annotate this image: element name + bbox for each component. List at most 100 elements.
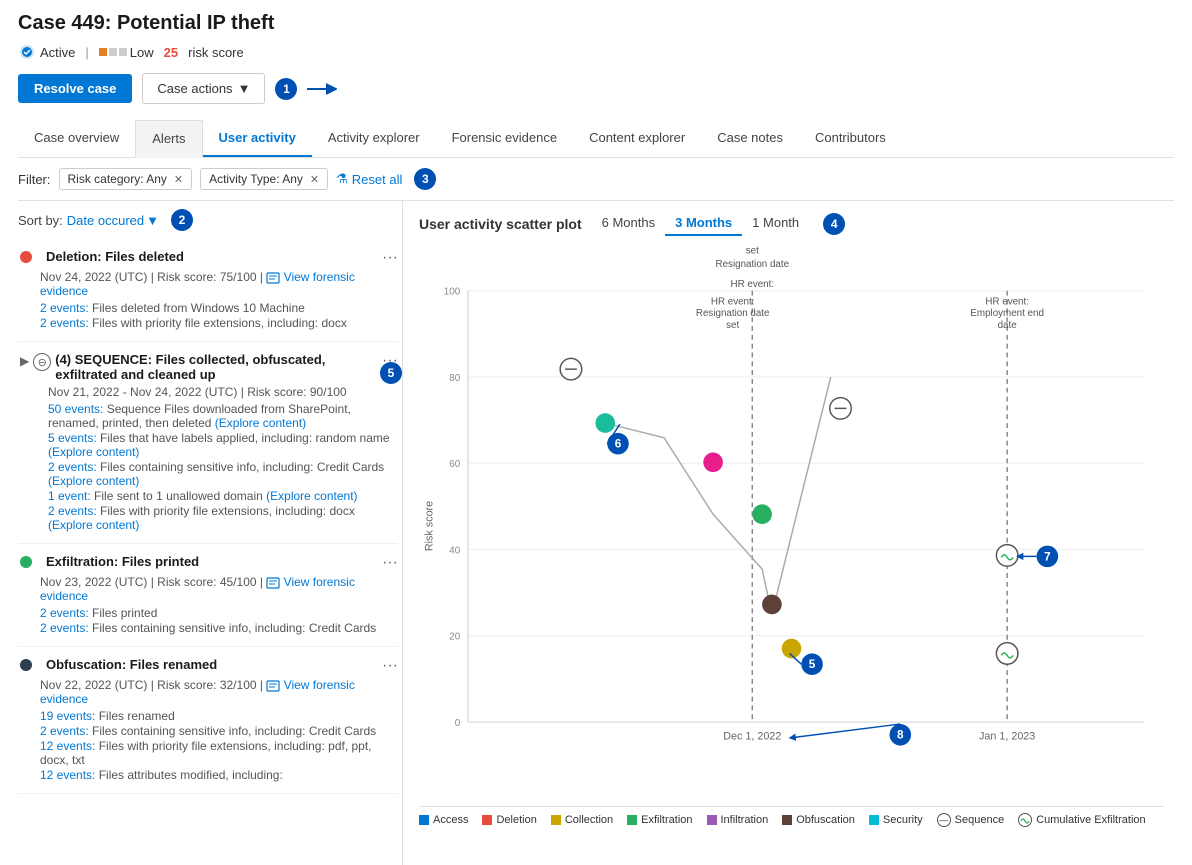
cumulative-exf-icon-1 bbox=[996, 545, 1018, 567]
right-panel: User activity scatter plot 6 Months 3 Mo… bbox=[403, 201, 1174, 865]
activity-meta-deletion: Nov 24, 2022 (UTC) | Risk score: 75/100 … bbox=[40, 270, 398, 298]
y-axis-label: Risk score bbox=[424, 501, 436, 551]
expand-icon-sequence[interactable]: ▶ bbox=[20, 354, 29, 368]
activity-more-deletion[interactable]: ··· bbox=[382, 249, 398, 267]
exf-evt-1[interactable]: 2 events: bbox=[40, 606, 89, 620]
svg-text:5: 5 bbox=[809, 658, 816, 671]
legend-collection: Collection bbox=[551, 814, 613, 826]
obf-evt-4[interactable]: 12 events: bbox=[40, 768, 95, 782]
svg-text:80: 80 bbox=[449, 373, 460, 384]
svg-text:6: 6 bbox=[615, 438, 622, 451]
legend-obfuscation-icon bbox=[782, 815, 792, 825]
case-actions-button[interactable]: Case actions ▼ bbox=[142, 73, 265, 104]
activity-title-deletion: Deletion: Files deleted bbox=[46, 249, 184, 264]
arrow-annotation-1 bbox=[307, 79, 337, 99]
activity-title-sequence: (4) SEQUENCE: Files collected, obfuscate… bbox=[55, 352, 382, 382]
explore-content-link-1[interactable]: (Explore content) bbox=[215, 416, 306, 430]
annotation-badge-1: 1 bbox=[275, 78, 297, 100]
activity-header-sequence: ▶ ⊖ (4) SEQUENCE: Files collected, obfus… bbox=[20, 352, 398, 382]
svg-text:set: set bbox=[746, 246, 759, 256]
activity-item-exfiltration: Exfiltration: Files printed ··· Nov 23, … bbox=[18, 544, 398, 647]
resolve-case-button[interactable]: Resolve case bbox=[18, 74, 132, 103]
activity-meta-obfuscation: Nov 22, 2022 (UTC) | Risk score: 32/100 … bbox=[40, 678, 398, 706]
tab-contributors[interactable]: Contributors bbox=[799, 120, 902, 157]
tab-alerts[interactable]: Alerts bbox=[135, 120, 202, 158]
tab-activity-explorer[interactable]: Activity explorer bbox=[312, 120, 436, 157]
sort-value-button[interactable]: Date occured ▼ bbox=[67, 213, 159, 228]
annotation-badge-5: 5 bbox=[380, 362, 402, 384]
explore-content-link-2[interactable]: (Explore content) bbox=[48, 445, 139, 459]
filter-chip-risk-category[interactable]: Risk category: Any ✕ bbox=[59, 168, 193, 190]
legend-exfiltration: Exfiltration bbox=[627, 814, 692, 826]
obf-evt-1[interactable]: 19 events: bbox=[40, 709, 95, 723]
seq-evt-5[interactable]: 2 events: bbox=[48, 504, 97, 518]
filter-icon: ⚗ bbox=[336, 171, 348, 187]
tab-content-explorer[interactable]: Content explorer bbox=[573, 120, 701, 157]
filter-chip-risk-label: Risk category: Any bbox=[68, 172, 167, 186]
forensic-icon-exf bbox=[266, 577, 280, 589]
svg-text:Resignation date: Resignation date bbox=[716, 259, 790, 270]
time-opt-1month[interactable]: 1 Month bbox=[742, 211, 809, 236]
time-opt-3months[interactable]: 3 Months bbox=[665, 211, 742, 236]
activity-meta-exfiltration: Nov 23, 2022 (UTC) | Risk score: 45/100 … bbox=[40, 575, 398, 603]
legend-sequence-label: Sequence bbox=[955, 814, 1005, 826]
seq-evt-2[interactable]: 5 events: bbox=[48, 431, 97, 445]
activity-more-exfiltration[interactable]: ··· bbox=[382, 554, 398, 572]
svg-text:Dec 1, 2022: Dec 1, 2022 bbox=[723, 731, 781, 743]
explore-content-link-4[interactable]: (Explore content) bbox=[266, 489, 357, 503]
filter-chip-activity-close[interactable]: ✕ bbox=[310, 173, 319, 186]
legend-cumulative-icon bbox=[1018, 813, 1032, 827]
svg-text:0: 0 bbox=[455, 718, 461, 729]
legend-obfuscation: Obfuscation bbox=[782, 814, 855, 826]
filter-chip-activity-type[interactable]: Activity Type: Any ✕ bbox=[200, 168, 328, 190]
seq-evt-1[interactable]: 50 events: bbox=[48, 402, 103, 416]
time-opt-6months[interactable]: 6 Months bbox=[592, 211, 665, 236]
legend-security-icon bbox=[869, 815, 879, 825]
activity-list: Deletion: Files deleted ··· Nov 24, 2022… bbox=[18, 239, 402, 794]
explore-content-link-3[interactable]: (Explore content) bbox=[48, 474, 139, 488]
legend-bar: Access Deletion Collection Exfiltration … bbox=[419, 806, 1164, 831]
legend-sequence-icon: — bbox=[937, 813, 951, 827]
tab-forensic-evidence[interactable]: Forensic evidence bbox=[436, 120, 574, 157]
seq-evt-3[interactable]: 2 events: bbox=[48, 460, 97, 474]
scatter-dot-2 bbox=[703, 452, 723, 472]
event-count-1[interactable]: 2 events: bbox=[40, 301, 89, 315]
legend-infiltration-icon bbox=[707, 815, 717, 825]
explore-content-link-5[interactable]: (Explore content) bbox=[48, 518, 139, 532]
activity-meta-sequence: Nov 21, 2022 - Nov 24, 2022 (UTC) | Risk… bbox=[48, 385, 398, 399]
active-status-icon bbox=[18, 43, 36, 61]
svg-text:set: set bbox=[726, 320, 739, 331]
obf-evt-2[interactable]: 2 events: bbox=[40, 724, 89, 738]
activity-more-obfuscation[interactable]: ··· bbox=[382, 657, 398, 675]
status-label: Active bbox=[40, 45, 75, 60]
seq-evt-4[interactable]: 1 event: bbox=[48, 489, 91, 503]
svg-text:Employment end: Employment end bbox=[970, 308, 1044, 319]
tab-case-notes[interactable]: Case notes bbox=[701, 120, 799, 157]
tab-case-overview[interactable]: Case overview bbox=[18, 120, 135, 157]
filter-chip-risk-close[interactable]: ✕ bbox=[174, 173, 183, 186]
reset-all-button[interactable]: ⚗ Reset all bbox=[336, 171, 402, 187]
legend-exfiltration-icon bbox=[627, 815, 637, 825]
activity-item-deletion: Deletion: Files deleted ··· Nov 24, 2022… bbox=[18, 239, 398, 342]
risk-squares bbox=[99, 48, 127, 56]
activity-events-obfuscation: 19 events: Files renamed 2 events: Files… bbox=[40, 709, 398, 782]
event-count-2[interactable]: 2 events: bbox=[40, 316, 89, 330]
time-options: 6 Months 3 Months 1 Month bbox=[592, 211, 810, 236]
activity-header-exfiltration: Exfiltration: Files printed ··· bbox=[20, 554, 398, 572]
activity-item-sequence: ▶ ⊖ (4) SEQUENCE: Files collected, obfus… bbox=[18, 342, 398, 544]
view-forensic-link-obf[interactable]: View forensic evidence bbox=[40, 678, 355, 706]
view-forensic-link-exf[interactable]: View forensic evidence bbox=[40, 575, 355, 603]
activity-events-sequence: 50 events: Sequence Files downloaded fro… bbox=[48, 402, 398, 532]
svg-text:8: 8 bbox=[897, 729, 904, 742]
scatter-title: User activity scatter plot bbox=[419, 216, 582, 232]
svg-text:HR event:: HR event: bbox=[731, 279, 775, 290]
exf-evt-2[interactable]: 2 events: bbox=[40, 621, 89, 635]
obf-evt-3[interactable]: 12 events: bbox=[40, 739, 95, 753]
activity-events-deletion: 2 events: Files deleted from Windows 10 … bbox=[40, 301, 398, 330]
view-forensic-link-deletion[interactable]: View forensic evidence bbox=[40, 270, 355, 298]
chevron-down-icon: ▼ bbox=[238, 81, 251, 96]
scatter-header: User activity scatter plot 6 Months 3 Mo… bbox=[419, 211, 1164, 236]
tab-user-activity[interactable]: User activity bbox=[203, 120, 312, 157]
filter-bar: Filter: Risk category: Any ✕ Activity Ty… bbox=[18, 158, 1174, 201]
scatter-dot-4 bbox=[762, 595, 782, 615]
